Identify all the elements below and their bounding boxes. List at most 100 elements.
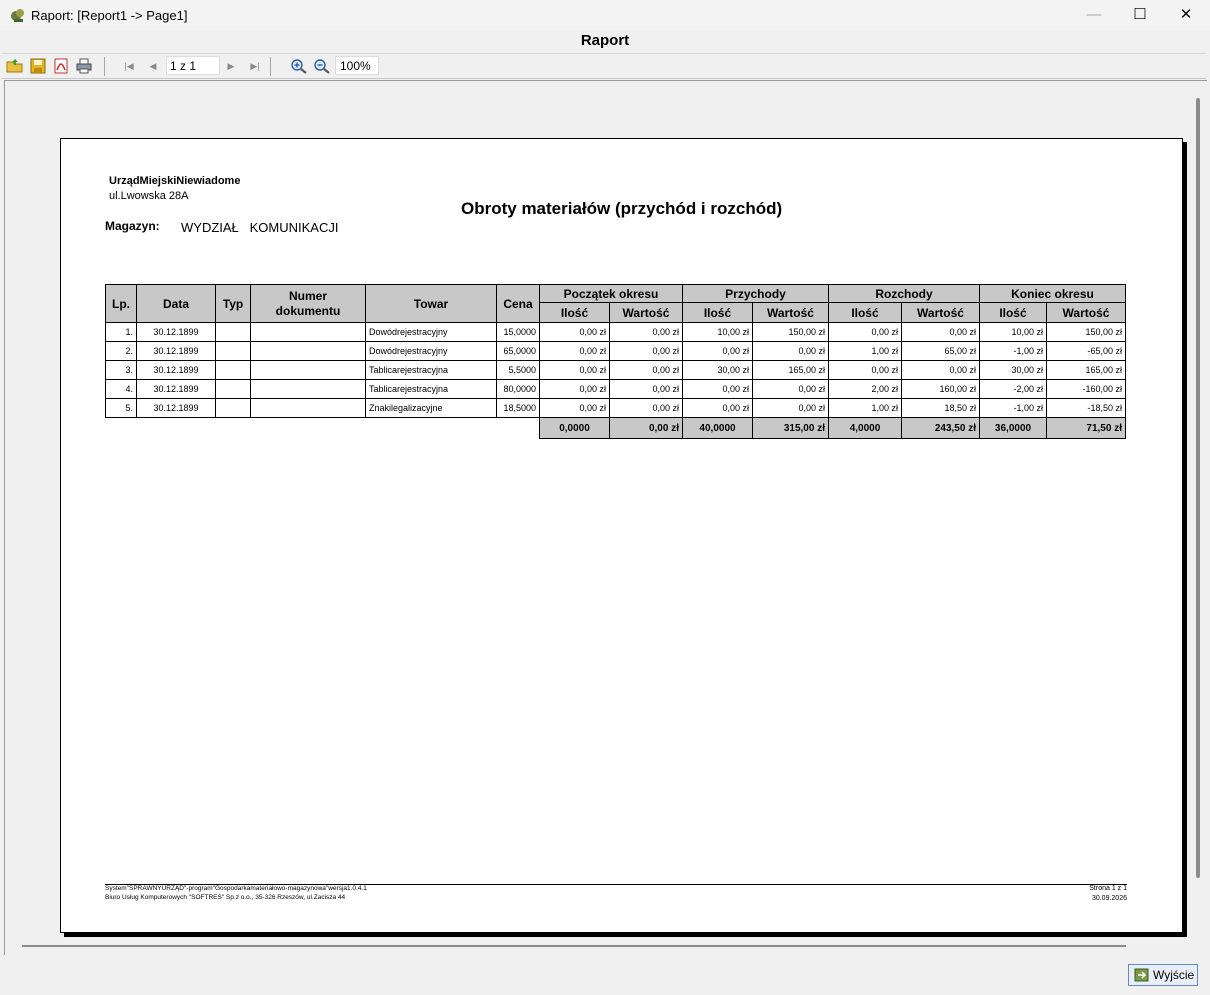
cell-start-qty: 0,00 zł [539,379,610,399]
cell-end-value: -160,00 zł [1046,379,1126,399]
col-header-qty: Ilość [979,302,1047,323]
col-header-value: Wartość [752,302,829,323]
cell-in-qty: 30,00 zł [682,360,753,380]
cell-in-value: 0,00 zł [752,341,829,361]
zoom-in-icon[interactable] [290,58,308,74]
col-header-item: Towar [365,284,497,323]
cell-end-value: -18,50 zł [1046,398,1126,418]
totals-spacer [106,418,540,439]
cell-in-value: 0,00 zł [752,379,829,399]
footer-company-info: Biuro Usług Komputerowych "SOFTRES" Sp.z… [105,894,346,901]
cell-doc [250,360,366,380]
cell-in-value: 0,00 zł [752,398,829,418]
total-start-qty: 0,0000 [539,417,610,439]
cell-end-value: -65,00 zł [1046,341,1126,361]
next-page-icon[interactable]: ▶ [224,58,238,74]
cell-price: 15,0000 [496,322,540,342]
cell-start-value: 0,00 zł [609,398,683,418]
col-header-value: Wartość [609,302,683,323]
col-header-value: Wartość [1046,302,1126,323]
cell-start-value: 0,00 zł [609,322,683,342]
report-page: UrządMiejskiNiewiadome ul.Lwowska 28A Ob… [60,138,1183,933]
cell-lp: 1. [105,322,137,342]
cell-date: 30.12.1899 [136,398,216,418]
cell-type [215,322,251,342]
col-header-qty: Ilość [828,302,902,323]
group-header-start: Początek okresu [539,284,683,303]
last-page-icon[interactable]: ▶| [248,58,262,74]
cell-item: Tablicarejestracyjna [365,360,497,380]
first-page-icon[interactable]: |◀ [122,58,136,74]
cell-doc [250,398,366,418]
vertical-scrollbar[interactable] [1196,98,1200,878]
total-out-qty: 4,0000 [828,417,902,439]
exit-icon [1134,968,1149,982]
toolbar-separator [270,57,271,76]
col-header-doc-number-line2: dokumentu [275,303,341,318]
save-icon[interactable] [29,58,47,74]
zoom-field[interactable]: 100% [335,56,379,75]
cell-start-qty: 0,00 zł [539,360,610,380]
col-header-doc-number-line1: Numer [288,288,327,303]
report-title: Obroty materiałów (przychód i rozchód) [461,199,783,218]
app-icon [11,9,24,22]
bottom-bar [0,958,1210,995]
table-row: 5. 30.12.1899 Znakilegalizacyjne 18,5000… [105,398,1126,418]
cell-type [215,360,251,380]
organization-name: UrządMiejskiNiewiadome [109,175,241,187]
group-header-end: Koniec okresu [979,284,1126,303]
cell-in-qty: 0,00 zł [682,341,753,361]
cell-end-qty: 30,00 zł [979,360,1047,380]
open-folder-icon[interactable] [6,58,24,74]
cell-lp: 5. [105,398,137,418]
cell-end-qty: 10,00 zł [979,322,1047,342]
footer-system-info: System"SPRAWNYURZĄD"-program"Gospodarkam… [105,885,367,892]
footer-date: 30.09.2026 [1091,895,1127,902]
prev-page-icon[interactable]: ◀ [146,58,160,74]
close-button[interactable]: ✕ [1163,0,1209,30]
cell-out-value: 18,50 zł [901,398,980,418]
cell-in-qty: 0,00 zł [682,398,753,418]
cell-doc [250,341,366,361]
col-header-type: Typ [215,284,251,323]
cell-out-value: 0,00 zł [901,360,980,380]
minimize-button[interactable]: — [1071,0,1117,30]
cell-item: Dowódrejestracyjny [365,341,497,361]
warehouse-value: WYDZIAŁ KOMUNIKACJI [181,220,339,235]
cell-item: Tablicarejestracyjna [365,379,497,399]
exit-button[interactable]: Wyjście [1128,964,1198,986]
group-header-income: Przychody [682,284,829,303]
cell-end-qty: -2,00 zł [979,379,1047,399]
col-header-doc-number: Numer dokumentu [250,284,366,323]
cell-type [215,398,251,418]
cell-type [215,341,251,361]
cell-price: 18,5000 [496,398,540,418]
cell-doc [250,322,366,342]
print-icon[interactable] [75,58,93,74]
cell-lp: 4. [105,379,137,399]
table-row: 2. 30.12.1899 Dowódrejestracyjny 65,0000… [105,341,1126,361]
table-row: 4. 30.12.1899 Tablicarejestracyjna 80,00… [105,379,1126,399]
cell-date: 30.12.1899 [136,322,216,342]
total-out-value: 243,50 zł [901,417,980,439]
cell-doc [250,379,366,399]
col-header-lp: Lp. [105,284,137,323]
organization-address: ul.Lwowska 28A [109,190,189,202]
cell-out-value: 0,00 zł [901,322,980,342]
maximize-button[interactable]: ☐ [1117,0,1163,30]
cell-in-qty: 10,00 zł [682,322,753,342]
col-header-qty: Ilość [539,302,610,323]
cell-end-value: 165,00 zł [1046,360,1126,380]
total-end-qty: 36,0000 [979,417,1047,439]
horizontal-scrollbar[interactable] [22,945,1126,947]
page-indicator-field[interactable]: 1 z 1 [166,56,220,75]
pdf-icon[interactable] [52,58,70,74]
total-end-value: 71,50 zł [1046,417,1126,439]
cell-start-qty: 0,00 zł [539,322,610,342]
report-caption: Raport [580,32,630,49]
cell-start-value: 0,00 zł [609,341,683,361]
col-header-date: Data [136,284,216,323]
cell-out-value: 160,00 zł [901,379,980,399]
zoom-out-icon[interactable] [313,58,331,74]
cell-in-qty: 0,00 zł [682,379,753,399]
